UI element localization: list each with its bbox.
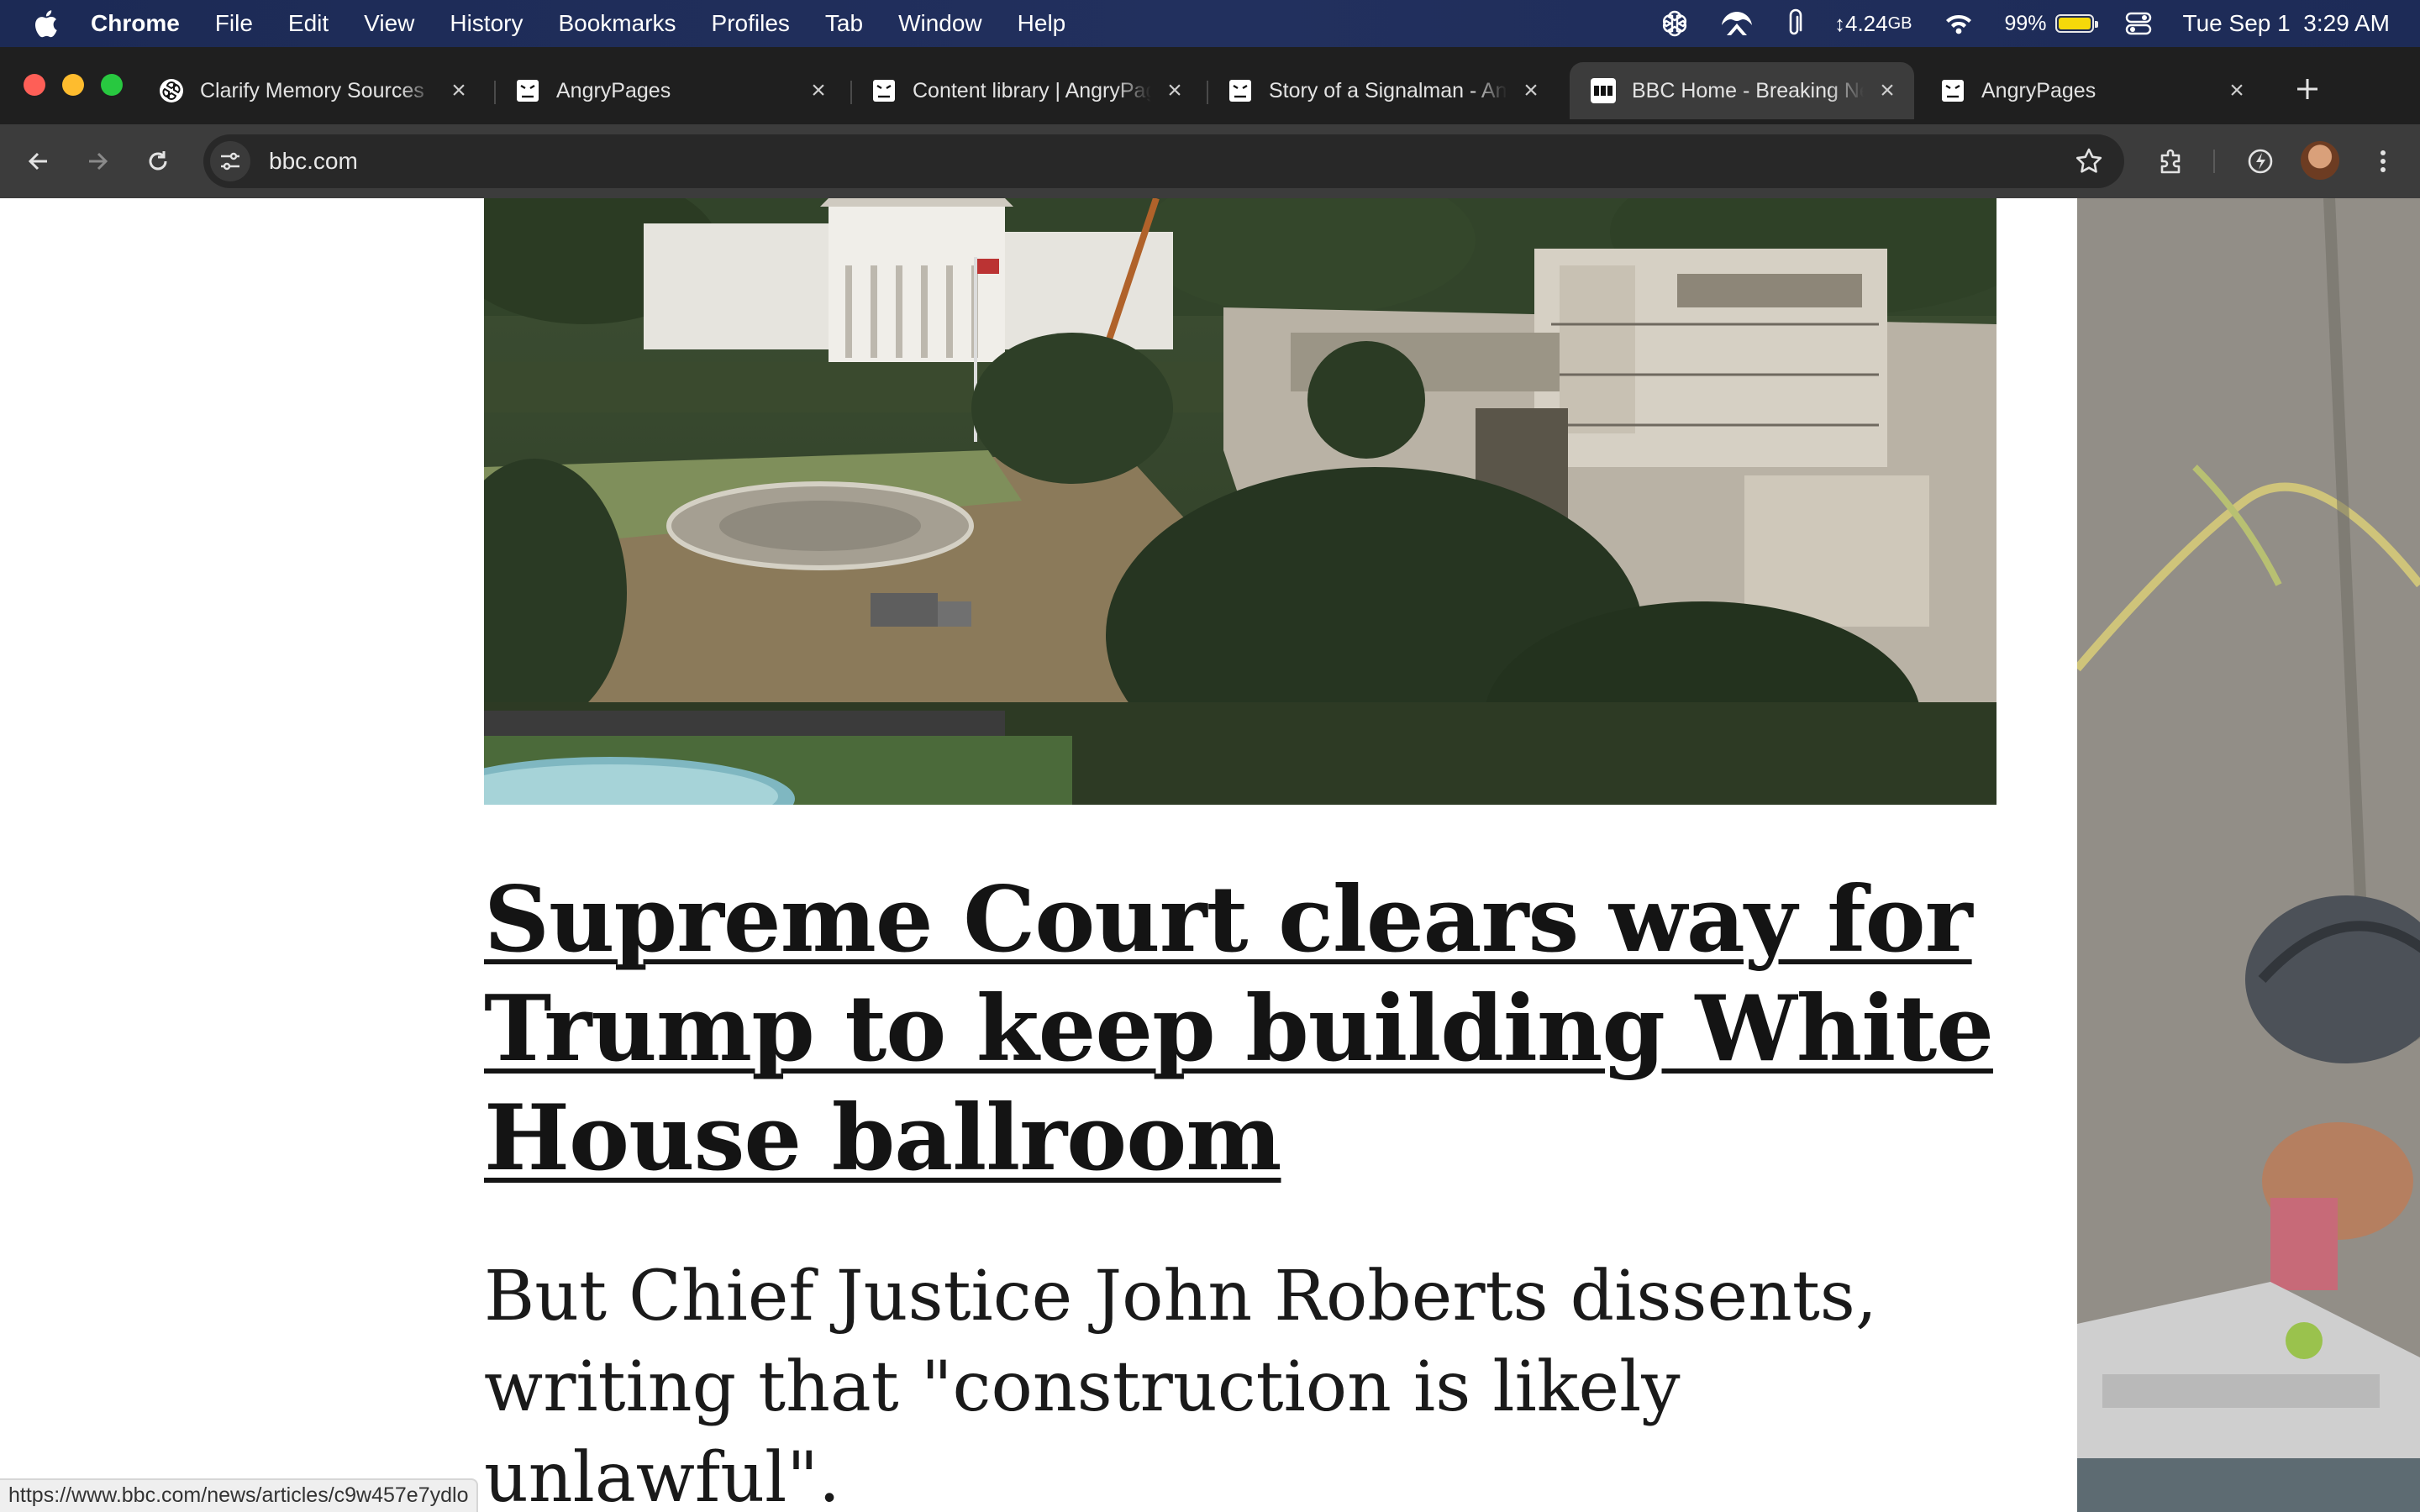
menu-file[interactable]: File — [215, 10, 253, 37]
memory-arrows-icon: ↕ — [1833, 10, 1845, 36]
tab-close-icon[interactable]: × — [1874, 76, 1901, 104]
tab-angrypages[interactable]: AngryPages × — [494, 62, 845, 119]
zoom-window-button[interactable] — [101, 74, 123, 96]
chatgpt-icon[interactable] — [1660, 8, 1690, 39]
menu-edit[interactable]: Edit — [288, 10, 329, 37]
tab-clarify-memory-sources[interactable]: Clarify Memory Sources × — [138, 62, 486, 119]
menu-bookmarks[interactable]: Bookmarks — [558, 10, 676, 37]
control-center-icon[interactable] — [2124, 11, 2153, 36]
tab-close-icon[interactable]: × — [1518, 76, 1544, 104]
browser-tab-strip: Clarify Memory Sources × AngryPages × Co… — [0, 47, 2420, 124]
address-bar-url[interactable]: bbc.com — [269, 148, 358, 175]
minimize-window-button[interactable] — [62, 74, 84, 96]
tab-content-library[interactable]: Content library | AngryPages × — [850, 62, 1202, 119]
menu-window[interactable]: Window — [898, 10, 982, 37]
tab-title: AngryPages — [1981, 78, 2096, 102]
bbc-icon — [1590, 77, 1617, 104]
paperclip-icon[interactable] — [1784, 8, 1804, 39]
menu-tab[interactable]: Tab — [825, 10, 863, 37]
memory-usage[interactable]: ↕ 4.24 GB — [1834, 11, 1912, 37]
angrypages-icon — [1227, 77, 1254, 104]
window-controls — [24, 74, 123, 96]
tab-title: AngryPages — [556, 78, 671, 102]
more-options-icon[interactable] — [2365, 143, 2402, 180]
openai-icon — [158, 77, 185, 104]
menu-view[interactable]: View — [364, 10, 414, 37]
battery-status[interactable]: 99% — [2004, 11, 2098, 36]
angrypages-icon — [871, 77, 897, 104]
wifi-icon[interactable] — [1943, 12, 1975, 35]
performance-icon[interactable] — [2242, 143, 2279, 180]
memory-unit: GB — [1887, 13, 1912, 33]
memory-value: 4.24 — [1844, 10, 1888, 36]
site-settings-icon[interactable] — [210, 141, 250, 181]
tab-title: BBC Home - Breaking News — [1632, 78, 1864, 102]
menubar-clock[interactable]: Tue Sep 1 3:29 AM — [2183, 10, 2390, 37]
menu-profiles[interactable]: Profiles — [712, 10, 790, 37]
tab-close-icon[interactable]: × — [1161, 76, 1188, 104]
toolbar-divider — [2213, 150, 2215, 173]
tab-bbc-home[interactable]: BBC Home - Breaking News × — [1570, 62, 1914, 119]
tab-angrypages-2[interactable]: AngryPages × — [1919, 62, 2264, 119]
macos-menu-bar: Chrome File Edit View History Bookmarks … — [0, 0, 2420, 47]
extensions-icon[interactable] — [2153, 143, 2190, 180]
battery-icon — [2054, 14, 2098, 33]
tab-story-of-a-signalman[interactable]: Story of a Signalman - AngryPages × — [1207, 62, 1558, 119]
profile-avatar[interactable] — [2301, 141, 2339, 180]
article-headline-link[interactable]: Supreme Court clears way for Trump to ke… — [484, 865, 1996, 1193]
menu-history[interactable]: History — [450, 10, 523, 37]
address-bar[interactable]: bbc.com — [203, 134, 2124, 188]
forward-button[interactable] — [79, 143, 116, 180]
tab-close-icon[interactable]: × — [2223, 76, 2250, 104]
tab-title: Story of a Signalman - AngryPages — [1269, 78, 1507, 102]
angrypages-icon — [1939, 77, 1966, 104]
battery-fill — [2058, 18, 2091, 29]
reload-button[interactable] — [139, 143, 176, 180]
angrypages-icon — [514, 77, 541, 104]
apple-icon[interactable] — [30, 8, 60, 39]
tab-close-icon[interactable]: × — [805, 76, 832, 104]
tab-close-icon[interactable]: × — [445, 76, 472, 104]
browser-toolbar: bbc.com — [0, 124, 2420, 198]
bookmark-star-icon[interactable] — [2074, 146, 2104, 176]
menubar-status-area: ↕ 4.24 GB 99% Tue Sep 1 3:29 AM — [1629, 0, 2390, 47]
article-hero-image[interactable] — [484, 198, 1996, 805]
tab-title: Clarify Memory Sources — [200, 78, 424, 102]
close-window-button[interactable] — [24, 74, 45, 96]
link-hover-status-bar: https://www.bbc.com/news/articles/c9w457… — [0, 1478, 479, 1512]
menu-app-chrome[interactable]: Chrome — [91, 10, 180, 37]
mountain-icon[interactable] — [1720, 10, 1754, 37]
tab-title: Content library | AngryPages — [913, 78, 1151, 102]
back-button[interactable] — [20, 143, 57, 180]
new-tab-button[interactable] — [2291, 72, 2324, 106]
page-viewport: Supreme Court clears way for Trump to ke… — [0, 198, 2420, 1512]
battery-percent: 99% — [2004, 11, 2047, 35]
adjacent-article-image[interactable] — [2077, 198, 2420, 1512]
article-summary: But Chief Justice John Roberts dissents,… — [484, 1257, 1877, 1512]
menu-help[interactable]: Help — [1018, 10, 1066, 37]
